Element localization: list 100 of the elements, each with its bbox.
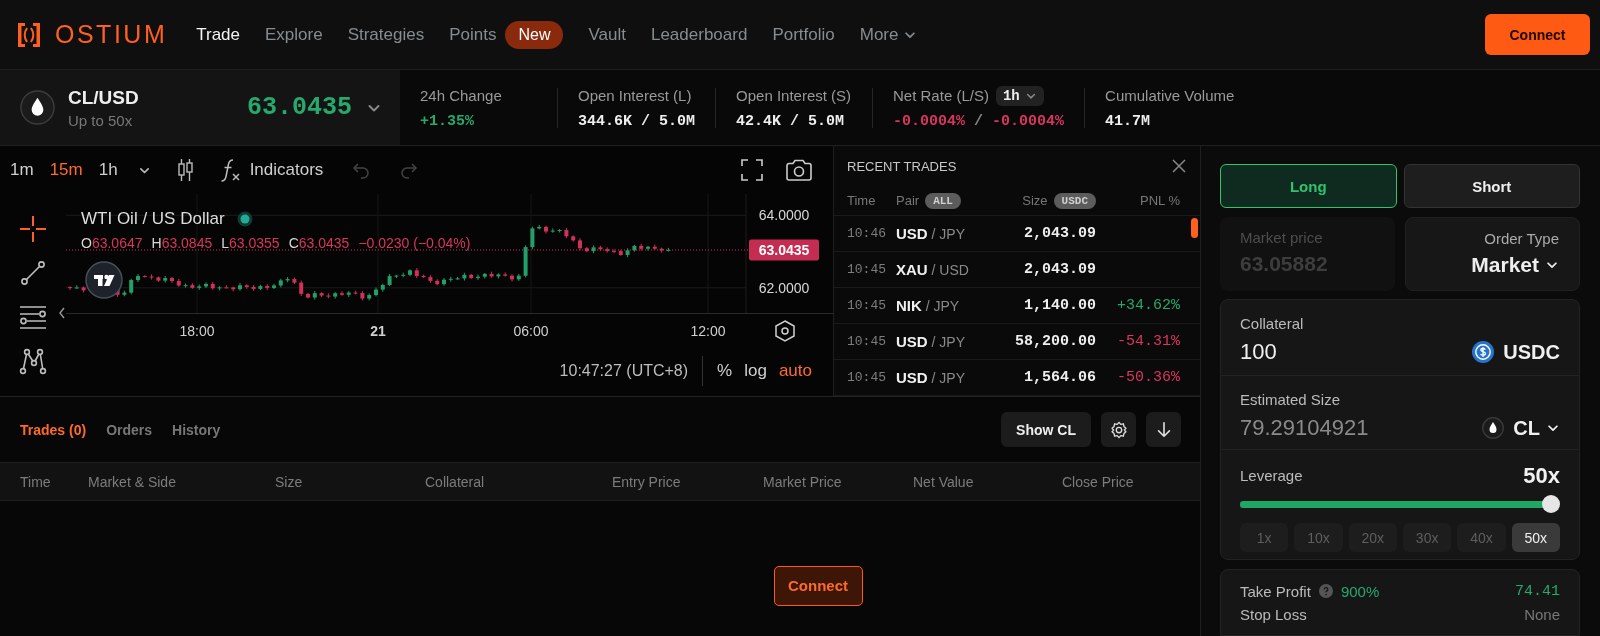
panel-title: RECENT TRADES [847,158,957,174]
interval-tab[interactable]: 15m [49,160,83,180]
stat-value: 41.7M [1105,112,1152,130]
chart-clock: 10:47:27 (UTC+8) [559,361,689,380]
download-button[interactable] [1146,412,1181,447]
stat-value: 344.6K / 5.0M [578,112,696,130]
logo-wordmark: OSTIUM [55,20,168,49]
positions-tab[interactable]: History [172,421,221,438]
trade-size: 1,140.00 [1023,297,1096,314]
nav-link[interactable]: Portfolio [772,24,835,45]
trade-pair: NIK / JPY [896,297,961,314]
nav-link[interactable]: Strategies [347,24,425,45]
trend-line-icon[interactable] [18,258,48,288]
leverage-value: 50x [1523,463,1560,489]
scale-toggle[interactable]: log [744,360,767,381]
stat-value: -0.0004% / -0.0004% [893,112,1065,130]
take-profit-percent: 900% [1340,582,1380,600]
dollar-coin-icon [1472,341,1495,363]
settings-icon[interactable] [775,320,795,342]
field-label: Market price [1240,229,1324,246]
trade-time: 10:45 [847,262,887,277]
new-badge: New [505,20,564,49]
interval-tab[interactable]: 1m [10,160,34,180]
column-header: Net Value [913,473,975,490]
price-tick: 62.0000 [758,279,810,296]
connect-button[interactable]: Connect [773,565,863,606]
drop-icon [1482,417,1505,439]
filter-chip[interactable]: ALL [925,192,961,209]
long-side-button[interactable]: Long [1220,164,1397,208]
stat-label: Open Interest (S) [736,87,852,104]
field-label: Take Profit [1240,582,1311,600]
size-input[interactable]: 79.29104921 [1240,415,1369,441]
order-type-dropdown[interactable]: Market [1471,253,1559,277]
pattern-icon[interactable] [18,346,48,376]
ohlc-value: H63.0845 [151,235,213,251]
field-label: Stop Loss [1240,605,1307,623]
leverage-preset[interactable]: 50x [1511,523,1560,552]
scale-toggle[interactable]: % [717,360,733,381]
stat-value: +1.35% [420,112,475,130]
nav-link[interactable]: Vault [588,24,626,45]
column-header: Size [275,473,304,490]
field-label: Estimated Size [1240,390,1342,410]
time-tick: 18:00 [179,323,215,339]
field-label: Collateral [1240,314,1305,334]
scrollbar-thumb[interactable] [1191,218,1198,238]
time-tick: 06:00 [513,323,549,339]
fullscreen-icon[interactable] [741,159,763,181]
stat-label: Net Rate (L/S) [893,87,989,104]
column-header: PNL % [1140,193,1180,208]
trade-pair: USD / JPY [896,225,967,242]
nav-link[interactable]: Trade [196,24,240,45]
camera-icon[interactable] [785,158,813,182]
period-dropdown[interactable]: 1h [995,85,1044,106]
ohlc-value: L63.0355 [221,235,280,251]
stat-label: Cumulative Volume [1105,87,1235,104]
filter-chip[interactable]: USDC [1053,192,1096,209]
field-label: Order Type [1484,230,1559,247]
trade-pair: USD / JPY [896,369,967,386]
scale-toggle[interactable]: auto [778,360,812,381]
trade-time: 10:45 [847,334,887,349]
trade-time: 10:46 [847,226,887,241]
positions-tab[interactable]: Orders [106,421,153,438]
trade-pair: XAU / USD [896,261,970,278]
logo-icon [17,21,41,48]
time-tick: 21 [370,323,386,339]
chart-title: WTI Oil / US Dollar [81,209,225,229]
trade-size: 2,043.09 [1023,261,1096,278]
column-header: Market Price [763,473,843,490]
nav-link[interactable]: Points [449,24,497,45]
status-dot-icon [236,211,253,227]
collateral-input[interactable]: 100 [1240,339,1277,365]
interval-tab[interactable]: 1h [98,160,118,180]
indicators-button[interactable]: Indicators [217,157,324,183]
nav-dropdown[interactable]: More [859,24,918,45]
candlestick-icon[interactable] [176,158,194,182]
column-header: Market & Side [88,473,177,490]
ohlc-value: C63.0435 [288,235,350,251]
chart-logo-icon [85,261,123,299]
slider-thumb[interactable] [1542,495,1560,513]
chevron-left-icon[interactable] [58,307,66,319]
trade-size: 1,564.06 [1023,369,1096,386]
stat-value: 42.4K / 5.0M [736,112,846,130]
token-dropdown[interactable]: CL [1513,416,1560,440]
settings-button[interactable] [1101,412,1136,447]
trade-pnl: -50.36% [1116,369,1180,386]
stop-loss-value: None [1524,605,1560,623]
help-icon[interactable] [1318,584,1333,598]
market-price: 63.0435 [246,93,352,122]
crosshair-icon[interactable] [18,214,48,244]
nav-link[interactable]: Explore [265,24,323,45]
column-header: Time [20,473,52,490]
show-market-button[interactable]: Show CL [1001,412,1091,447]
price-tick: 64.0000 [758,207,810,224]
short-side-button[interactable]: Short [1403,164,1580,208]
nav-link[interactable]: Leaderboard [650,24,748,45]
connect-button[interactable]: Connect [1485,14,1590,55]
close-icon[interactable] [1171,158,1187,174]
positions-tab[interactable]: Trades (0) [20,421,87,438]
column-header: Time [847,193,876,208]
trade-time: 10:45 [847,370,887,385]
